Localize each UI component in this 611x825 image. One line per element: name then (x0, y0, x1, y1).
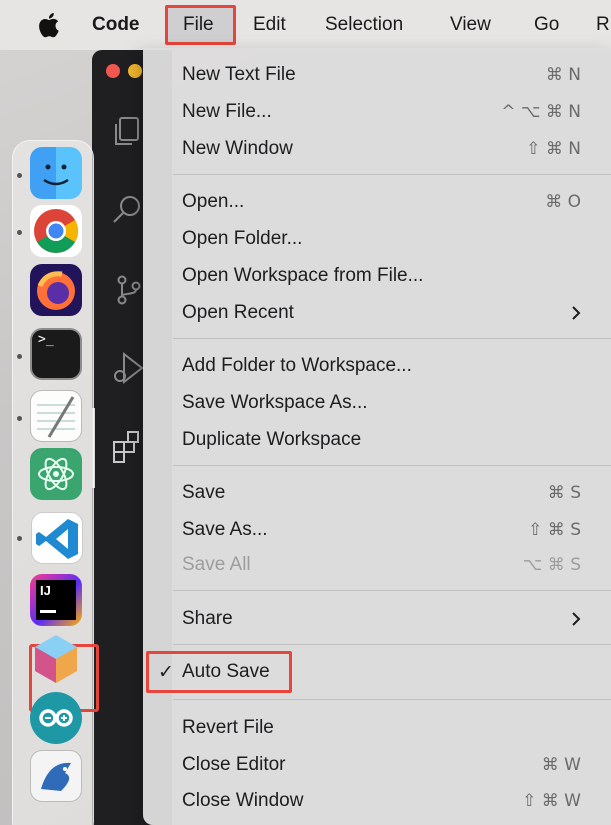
menu-item-new-file[interactable]: New File... ^ ⌥ ⌘ N (143, 95, 611, 129)
menu-item-shortcut: ⌥ ⌘ S (522, 555, 581, 575)
menu-item-label: Save Workspace As... (182, 392, 368, 413)
running-indicator (17, 230, 22, 235)
finder-icon[interactable] (30, 147, 82, 199)
apple-logo-icon[interactable] (38, 12, 60, 38)
menu-item-label: New File... (182, 101, 272, 122)
intellij-icon[interactable]: IJ (30, 574, 82, 626)
menu-selection[interactable]: Selection (325, 13, 403, 37)
running-indicator (17, 173, 22, 178)
menu-item-share[interactable]: Share (143, 602, 611, 636)
menu-item-shortcut: ⇧ ⌘ N (526, 139, 581, 159)
menu-item-label: Save As... (182, 519, 268, 540)
menu-separator (173, 699, 611, 700)
file-dropdown-menu: New Text File ⌘ N New File... ^ ⌥ ⌘ N Ne… (143, 48, 611, 825)
menu-item-shortcut: ^ ⌥ ⌘ N (501, 102, 581, 122)
chevron-right-icon (572, 306, 581, 320)
menu-separator (173, 644, 611, 645)
terminal-glyph: >_ (38, 332, 54, 347)
chevron-right-icon (572, 612, 581, 626)
menu-item-save-all: Save All ⌥ ⌘ S (143, 548, 611, 582)
menu-separator (173, 338, 611, 339)
menu-item-close-window[interactable]: Close Window ⇧ ⌘ W (143, 784, 611, 818)
arduino-icon[interactable] (30, 692, 82, 744)
menu-file[interactable]: File (183, 13, 214, 37)
menu-item-label: Close Editor (182, 754, 286, 775)
menu-view[interactable]: View (450, 13, 491, 37)
vscode-icon[interactable] (31, 512, 83, 564)
menu-item-auto-save[interactable]: ✓ Auto Save (143, 655, 611, 689)
menu-item-label: Open... (182, 191, 245, 212)
terminal-icon[interactable]: >_ (30, 328, 82, 380)
menu-item-close-editor[interactable]: Close Editor ⌘ W (143, 748, 611, 782)
menu-separator (173, 174, 611, 175)
menu-item-label: Open Recent (182, 302, 294, 323)
menu-item-open-workspace-from-file[interactable]: Open Workspace from File... (143, 259, 611, 293)
menu-bar: Code File Edit Selection View Go R (0, 0, 611, 50)
bluej-icon[interactable] (30, 750, 82, 802)
menu-item-label: Save (182, 482, 226, 503)
firefox-icon[interactable] (30, 264, 82, 316)
menu-separator (173, 590, 611, 591)
menu-item-revert-file[interactable]: Revert File (143, 711, 611, 745)
running-indicator (17, 416, 22, 421)
menu-item-save-workspace-as[interactable]: Save Workspace As... (143, 386, 611, 420)
run-debug-icon[interactable] (110, 350, 146, 386)
menu-item-shortcut: ⌘ S (547, 483, 581, 503)
menu-item-label: Open Workspace from File... (182, 265, 424, 286)
menu-item-open-recent[interactable]: Open Recent (143, 296, 611, 330)
intellij-glyph: IJ (40, 583, 51, 598)
menu-item-shortcut: ⇧ ⌘ W (522, 791, 581, 811)
menu-item-add-folder-to-workspace[interactable]: Add Folder to Workspace... (143, 349, 611, 383)
explorer-icon[interactable] (110, 114, 146, 150)
checkmark-icon: ✓ (158, 661, 174, 683)
menu-item-shortcut: ⌘ N (545, 65, 581, 85)
menu-separator (173, 465, 611, 466)
menu-item-label: Add Folder to Workspace... (182, 355, 412, 376)
menu-item-label: Auto Save (182, 661, 270, 682)
menu-item-shortcut: ⌘ W (541, 755, 581, 775)
menu-item-label: New Text File (182, 64, 296, 85)
menu-item-open-folder[interactable]: Open Folder... (143, 222, 611, 256)
menu-item-shortcut: ⇧ ⌘ S (528, 520, 581, 540)
menu-item-new-window[interactable]: New Window ⇧ ⌘ N (143, 132, 611, 166)
textedit-icon[interactable] (30, 390, 82, 442)
chrome-icon[interactable] (30, 205, 82, 257)
source-control-icon[interactable] (110, 272, 146, 308)
running-indicator (17, 354, 22, 359)
menu-item-save[interactable]: Save ⌘ S (143, 476, 611, 510)
menu-item-label: Close Window (182, 790, 304, 811)
extensions-icon[interactable] (110, 430, 146, 466)
netbeans-icon[interactable] (30, 632, 82, 684)
menu-item-new-text-file[interactable]: New Text File ⌘ N (143, 58, 611, 92)
menu-item-label: Revert File (182, 717, 274, 738)
search-icon[interactable] (110, 192, 146, 228)
menu-go[interactable]: Go (534, 13, 559, 37)
running-indicator (17, 536, 22, 541)
menu-item-label: New Window (182, 138, 293, 159)
menu-item-shortcut: ⌘ O (545, 192, 581, 212)
menu-item-label: Share (182, 608, 233, 629)
menu-item-open[interactable]: Open... ⌘ O (143, 185, 611, 219)
atom-icon[interactable] (30, 448, 82, 500)
menu-run-truncated[interactable]: R (596, 13, 610, 37)
minimize-window-button[interactable] (128, 64, 142, 78)
menu-item-duplicate-workspace[interactable]: Duplicate Workspace (143, 423, 611, 457)
app-name[interactable]: Code (92, 13, 140, 37)
menu-item-label: Duplicate Workspace (182, 429, 362, 450)
close-window-button[interactable] (106, 64, 120, 78)
menu-item-label: Open Folder... (182, 228, 303, 249)
menu-edit[interactable]: Edit (253, 13, 286, 37)
menu-item-save-as[interactable]: Save As... ⇧ ⌘ S (143, 513, 611, 547)
menu-item-label: Save All (182, 554, 251, 575)
